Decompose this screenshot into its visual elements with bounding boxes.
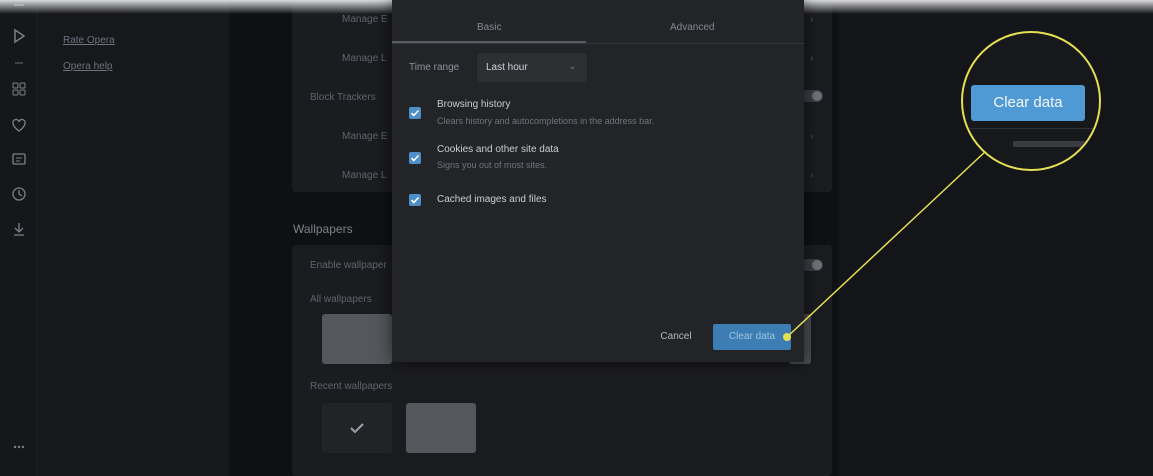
divider [963, 128, 1099, 129]
screenshot: Rate Opera Opera help Manage E Manage L … [0, 0, 1153, 476]
clear-data-button-zoomed[interactable]: Clear data [971, 85, 1085, 121]
divider [1013, 141, 1093, 147]
callout-dot [783, 333, 791, 341]
callout-magnifier: Clear data [961, 31, 1101, 171]
